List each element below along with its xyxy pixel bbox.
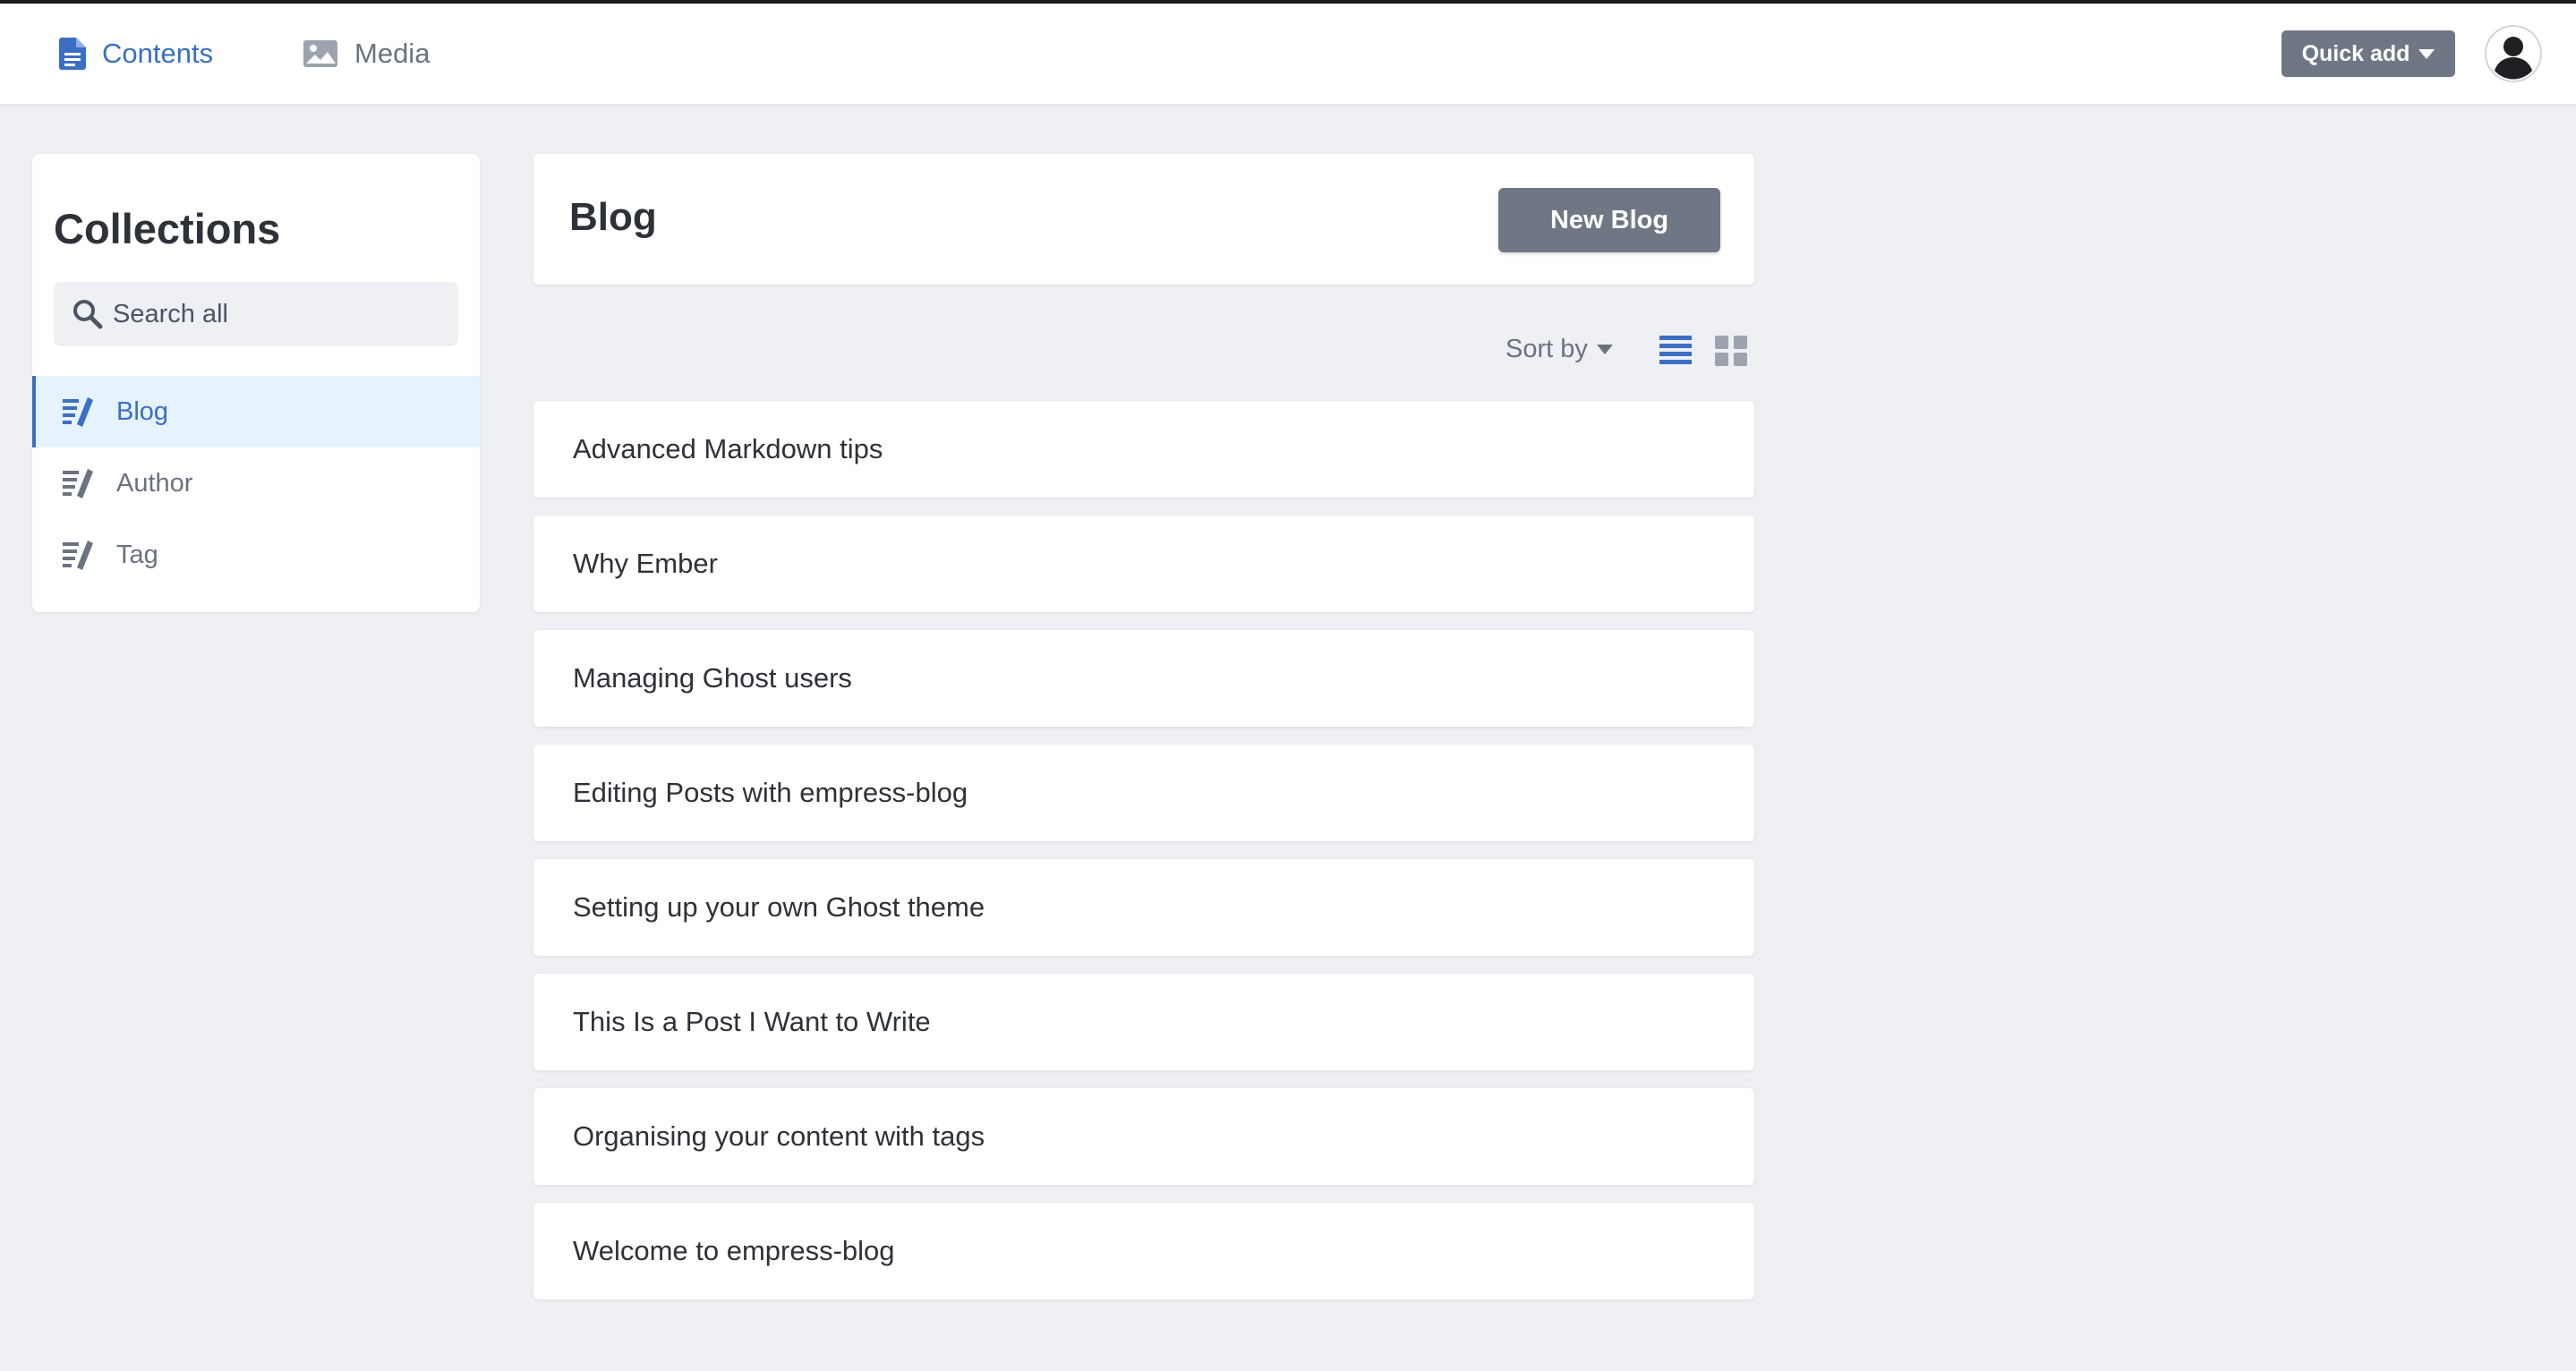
grid-view-icon[interactable] bbox=[1713, 333, 1749, 369]
nav-media[interactable]: Media bbox=[303, 4, 430, 104]
edit-list-icon bbox=[63, 469, 93, 498]
list-item[interactable]: Setting up your own Ghost theme bbox=[533, 859, 1754, 956]
page-title: Blog bbox=[569, 195, 657, 239]
nav-contents-label: Contents bbox=[102, 38, 214, 69]
caret-down-icon bbox=[1596, 345, 1613, 354]
sidebar-item-blog[interactable]: Blog bbox=[32, 376, 480, 447]
image-icon bbox=[303, 40, 337, 67]
sidebar-item-author[interactable]: Author bbox=[32, 447, 480, 519]
list-item[interactable]: Welcome to empress-blog bbox=[533, 1203, 1754, 1299]
list-item-title: Welcome to empress-blog bbox=[573, 1235, 895, 1266]
sidebar-item-label: Blog bbox=[116, 396, 169, 426]
search-icon bbox=[73, 300, 103, 329]
list-view-icon[interactable] bbox=[1658, 333, 1693, 369]
top-navigation-bar: Contents Media Quick add bbox=[0, 4, 2576, 104]
list-item-title: Organising your content with tags bbox=[573, 1120, 985, 1152]
list-item[interactable]: Organising your content with tags bbox=[533, 1088, 1754, 1185]
sidebar-item-label: Tag bbox=[116, 540, 158, 569]
sidebar-item-label: Author bbox=[116, 468, 193, 498]
caret-down-icon bbox=[2418, 48, 2435, 59]
list-item-title: Managing Ghost users bbox=[573, 662, 852, 694]
list-item[interactable]: Managing Ghost users bbox=[533, 630, 1754, 727]
list-item[interactable]: Editing Posts with empress-blog bbox=[533, 745, 1754, 841]
list-item-title: Editing Posts with empress-blog bbox=[573, 777, 968, 808]
list-item-title: Setting up your own Ghost theme bbox=[573, 891, 985, 923]
list-item-title: This Is a Post I Want to Write bbox=[573, 1006, 931, 1037]
list-toolbar: Sort by bbox=[533, 322, 1754, 376]
quick-add-label: Quick add bbox=[2301, 40, 2410, 66]
sidebar-item-tag[interactable]: Tag bbox=[32, 519, 480, 591]
list-item-title: Why Ember bbox=[573, 548, 718, 579]
collections-list: Blog Author Tag bbox=[32, 376, 480, 591]
edit-list-icon bbox=[63, 397, 93, 427]
entries-list: Advanced Markdown tips Why Ember Managin… bbox=[533, 401, 1754, 1317]
sidebar-title: Collections bbox=[54, 205, 281, 252]
list-item[interactable]: Why Ember bbox=[533, 515, 1754, 612]
list-item[interactable]: Advanced Markdown tips bbox=[533, 401, 1754, 498]
collections-sidebar: Collections Blog bbox=[32, 154, 480, 612]
sort-by-dropdown[interactable]: Sort by bbox=[1506, 335, 1613, 364]
nav-contents[interactable]: Contents bbox=[59, 4, 213, 104]
nav-media-label: Media bbox=[354, 38, 431, 69]
list-item[interactable]: This Is a Post I Want to Write bbox=[533, 974, 1754, 1070]
document-icon bbox=[59, 38, 86, 70]
new-blog-button[interactable]: New Blog bbox=[1498, 188, 1720, 252]
search-box bbox=[54, 282, 458, 346]
list-item-title: Advanced Markdown tips bbox=[573, 433, 883, 464]
quick-add-button[interactable]: Quick add bbox=[2282, 30, 2455, 77]
edit-list-icon bbox=[63, 541, 93, 570]
user-avatar-icon[interactable] bbox=[2484, 24, 2543, 83]
collection-header: Blog New Blog bbox=[533, 154, 1754, 285]
sort-by-label: Sort by bbox=[1506, 335, 1588, 363]
search-input[interactable] bbox=[113, 299, 453, 329]
